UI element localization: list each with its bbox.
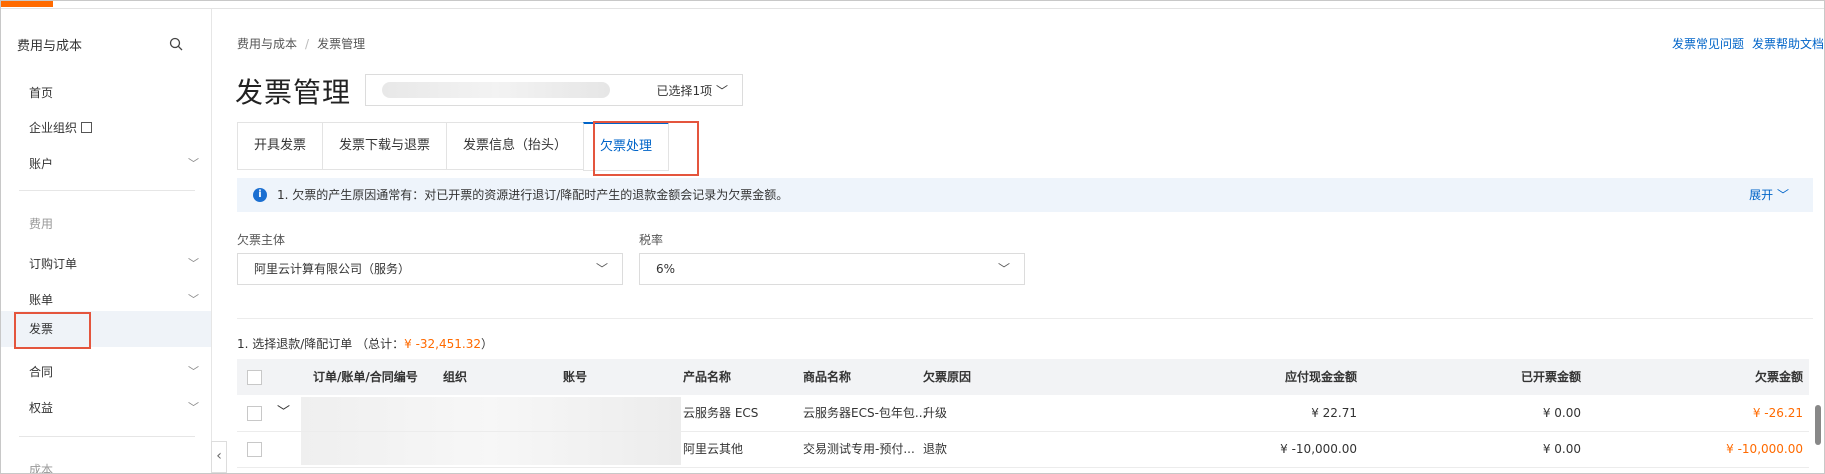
breadcrumb-separator: / [305, 37, 310, 51]
column-header: 应付现金金额 [1284, 370, 1357, 384]
entity-value: 阿里云计算有限公司（服务） [254, 262, 411, 276]
invoice-faq-link[interactable]: 发票常见问题 [1672, 37, 1744, 51]
column-header: 产品名称 [683, 370, 732, 384]
chevron-down-icon: ﹀ [188, 401, 199, 414]
sidebar-collapse-button[interactable]: ‹ [211, 441, 227, 473]
account-selected-label: 已选择1项 [656, 84, 713, 98]
section-divider [237, 318, 1813, 319]
column-header: 商品名称 [803, 370, 852, 384]
sidebar-item-benefits[interactable]: 权益 ﹀ [1, 390, 211, 426]
sidebar-item-label: 账户 [29, 157, 54, 171]
section-title: 1. 选择退款/降配订单 （总计：¥ -32,451.32） [237, 335, 493, 352]
sidebar-item-label: 合同 [29, 365, 54, 379]
payable-amount: ¥ 22.71 [1311, 406, 1357, 420]
info-notice: i 1. 欠票的产生原因通常有：对已开票的资源进行退订/降配时产生的退款金额会记… [237, 178, 1813, 212]
tax-rate-value: 6% [656, 262, 676, 276]
sidebar-item-contract[interactable]: 合同 ﹀ [1, 354, 211, 390]
sidebar-title: 费用与成本 [17, 39, 83, 54]
redacted-account [382, 82, 610, 98]
sidebar-divider [19, 436, 195, 437]
tab-issue-invoice[interactable]: 开具发票 [237, 122, 323, 170]
table-header: 订单/账单/合同编号 组织 账号 产品名称 商品名称 欠票原因 应付现金金额 已… [237, 359, 1809, 395]
tab-download-return[interactable]: 发票下载与退票 [322, 122, 447, 170]
tax-rate-select[interactable]: 6% ﹀ [639, 253, 1025, 285]
app-window: 费用与成本 首页 企业组织 账户 ﹀ 费用 订购订单 ﹀ 账单 ﹀ 发票 合同 ﹀ 权益… [0, 0, 1825, 474]
chevron-down-icon: ﹀ [188, 157, 199, 170]
sidebar-item-label: 订购订单 [29, 257, 78, 271]
entity-label: 欠票主体 [237, 233, 286, 247]
sidebar-item-label: 权益 [29, 401, 54, 415]
row-checkbox[interactable] [247, 406, 262, 421]
sidebar-item-label: 首页 [29, 86, 54, 100]
notice-text: 1. 欠票的产生原因通常有：对已开票的资源进行退订/降配时产生的退款金额会记录为… [277, 188, 789, 202]
brand-accent [1, 1, 53, 7]
table-row[interactable]: 阿里云其他 交易测试专用-预付... 退款 ¥ -10,000.00 ¥ 0.0… [237, 431, 1809, 468]
chevron-down-icon: ﹀ [595, 262, 608, 276]
sidebar-divider [19, 190, 195, 191]
section-total: ¥ -32,451.32 [404, 337, 481, 351]
table-scrollbar[interactable] [1815, 405, 1821, 445]
section-title-close: ） [480, 337, 493, 351]
chevron-down-icon[interactable]: ﹀ [277, 395, 290, 431]
sidebar-group-fees: 费用 [29, 217, 54, 231]
breadcrumb-root[interactable]: 费用与成本 [237, 37, 297, 51]
column-header: 欠票原因 [923, 370, 972, 384]
tax-rate-label: 税率 [639, 233, 664, 247]
column-header: 已开票金额 [1520, 370, 1581, 384]
page-title: 发票管理 [235, 76, 352, 109]
expand-label: 展开 [1749, 188, 1774, 202]
sidebar: 费用与成本 首页 企业组织 账户 ﹀ 费用 订购订单 ﹀ 账单 ﹀ 发票 合同 ﹀ 权益… [1, 9, 212, 474]
sidebar-item-organization[interactable]: 企业组织 [1, 110, 211, 146]
column-header: 组织 [443, 370, 468, 384]
invoiced-amount: ¥ 0.00 [1542, 442, 1581, 456]
breadcrumb: 费用与成本 / 发票管理 [237, 35, 365, 52]
account-selector[interactable]: 已选择1项 ﹀ [365, 74, 743, 106]
owed-amount: ¥ -26.21 [1752, 406, 1803, 420]
external-link-icon [81, 122, 93, 133]
chevron-down-icon: ﹀ [188, 365, 199, 378]
search-icon[interactable] [169, 37, 183, 51]
breadcrumb-current: 发票管理 [317, 37, 366, 51]
top-bar [1, 1, 1824, 9]
sidebar-item-home[interactable]: 首页 [1, 75, 211, 111]
select-all-checkbox[interactable] [247, 370, 262, 385]
tab-invoice-info[interactable]: 发票信息（抬头） [446, 122, 584, 170]
column-header: 订单/账单/合同编号 [313, 370, 418, 384]
chevron-down-icon: ﹀ [1776, 188, 1789, 202]
chevron-down-icon: ﹀ [997, 262, 1010, 276]
invoiced-amount: ¥ 0.00 [1542, 406, 1581, 420]
highlight-frame [593, 121, 699, 176]
info-icon: i [253, 188, 267, 202]
sidebar-item-label: 账单 [29, 293, 54, 307]
sidebar-group-cost: 成本 [29, 463, 54, 474]
chevron-down-icon: ﹀ [715, 84, 728, 98]
owed-reason: 退款 [923, 442, 948, 456]
product-name: 云服务器 ECS [683, 406, 759, 420]
help-links: 发票常见问题 发票帮助文档 [1664, 35, 1824, 52]
owed-reason: 升级 [923, 406, 948, 420]
section-title-text: 1. 选择退款/降配订单 （总计： [237, 337, 405, 351]
highlight-frame [14, 312, 91, 349]
table-row[interactable]: ﹀ 云服务器 ECS 云服务器ECS-包年包... 升级 ¥ 22.71 ¥ 0… [237, 395, 1809, 432]
payable-amount: ¥ -10,000.00 [1280, 442, 1357, 456]
account-selected-count: 已选择1项 ﹀ [657, 82, 728, 99]
goods-name: 云服务器ECS-包年包... [803, 406, 927, 420]
chevron-down-icon: ﹀ [188, 257, 199, 270]
owed-amount: ¥ -10,000.00 [1726, 442, 1803, 456]
sidebar-item-account[interactable]: 账户 ﹀ [1, 146, 211, 182]
column-header: 欠票金额 [1754, 370, 1803, 384]
entity-select[interactable]: 阿里云计算有限公司（服务） ﹀ [237, 253, 623, 285]
product-name: 阿里云其他 [683, 442, 744, 456]
row-checkbox[interactable] [247, 442, 262, 457]
sidebar-item-label: 企业组织 [29, 121, 78, 135]
sidebar-item-orders[interactable]: 订购订单 ﹀ [1, 246, 211, 282]
column-header: 账号 [563, 370, 588, 384]
notice-expand-button[interactable]: 展开 ﹀ [1749, 178, 1789, 212]
goods-name: 交易测试专用-预付... [803, 442, 915, 456]
invoice-help-link[interactable]: 发票帮助文档 [1752, 37, 1824, 51]
